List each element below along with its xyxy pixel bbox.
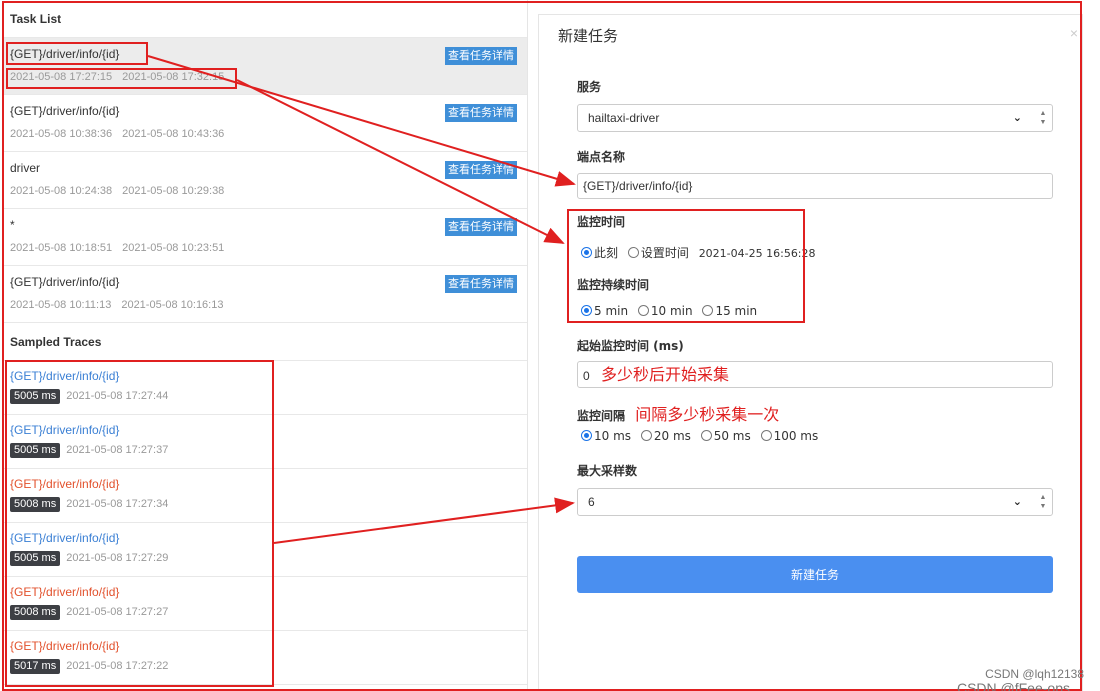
- radio-option-10min[interactable]: 10 min: [637, 304, 693, 318]
- radio-icon: [640, 430, 652, 441]
- create-task-button[interactable]: 新建任务: [577, 556, 1053, 593]
- task-end-time: 2021-05-08 10:43:36: [122, 128, 225, 140]
- duration-label: 监控持续时间: [577, 278, 650, 292]
- duration-badge: 5008 ms: [10, 605, 61, 620]
- service-label: 服务: [577, 80, 602, 94]
- trace-time: 2021-05-08 17:27:27: [66, 606, 169, 618]
- left-panel: Task List {GET}/driver/info/{id} 2021-05…: [4, 0, 528, 691]
- new-task-dialog: 新建任务 × 服务 hailtaxi-driver ⌄ ▲ ▼ 端点名称 {GET…: [538, 14, 1083, 691]
- task-start-time: 2021-05-08 17:27:15: [10, 71, 113, 83]
- trace-item[interactable]: {GET}/driver/info/{id} 5017 ms 2021-05-08…: [4, 631, 527, 685]
- spinner-arrows-icon[interactable]: ▲ ▼: [1038, 109, 1048, 127]
- task-item[interactable]: driver 2021-05-08 10:24:38 2021-05-08 10:…: [4, 152, 527, 209]
- radio-option-5min[interactable]: 5 min: [581, 304, 628, 318]
- watermark-text: CSDN @lqh12138: [985, 667, 1084, 681]
- task-start-time: 2021-05-08 10:11:13: [10, 299, 112, 311]
- radio-option-100ms[interactable]: 100 ms: [760, 429, 818, 443]
- view-task-detail-button[interactable]: 查看任务详情: [445, 218, 517, 236]
- radio-icon: [637, 305, 649, 316]
- task-end-time: 2021-05-08 10:29:38: [122, 185, 225, 197]
- radio-option-set-time[interactable]: 设置时间: [627, 246, 689, 260]
- interval-annotation: 间隔多少秒采集一次: [635, 405, 780, 424]
- trace-time: 2021-05-08 17:27:29: [66, 552, 169, 564]
- trace-endpoint-link[interactable]: {GET}/driver/info/{id}: [10, 584, 521, 600]
- duration-badge: 5008 ms: [10, 497, 61, 512]
- screenshot-root: Task List {GET}/driver/info/{id} 2021-05…: [0, 0, 1100, 691]
- duration-badge: 5005 ms: [10, 443, 61, 458]
- task-start-time: 2021-05-08 10:24:38: [10, 185, 113, 197]
- task-start-time: 2021-05-08 10:18:51: [10, 242, 113, 254]
- radio-option-20ms[interactable]: 20 ms: [640, 429, 691, 443]
- task-item[interactable]: {GET}/driver/info/{id} 2021-05-08 10:38:…: [4, 95, 527, 152]
- service-selected-value: hailtaxi-driver: [588, 111, 660, 125]
- duration-badge: 5017 ms: [10, 659, 61, 674]
- radio-icon: [627, 247, 639, 258]
- radio-option-now[interactable]: 此刻: [581, 246, 618, 260]
- max-samples-select[interactable]: 6 ⌄ ▲ ▼: [577, 488, 1053, 516]
- interval-radio-group: 10 ms 20 ms 50 ms 100 ms: [581, 429, 824, 443]
- monitor-time-value: 2021-04-25 16:56:28: [698, 247, 816, 260]
- chevron-down-icon: ⌄: [1012, 112, 1022, 124]
- max-samples-label: 最大采样数: [577, 464, 638, 478]
- chevron-down-icon: ⌄: [1012, 496, 1022, 508]
- task-end-time: 2021-05-08 17:32:15: [122, 71, 225, 83]
- trace-endpoint-link[interactable]: {GET}/driver/info/{id}: [10, 476, 521, 492]
- radio-option-50ms[interactable]: 50 ms: [700, 429, 751, 443]
- trace-item[interactable]: {GET}/driver/info/{id} 5005 ms 2021-05-08…: [4, 415, 527, 469]
- trace-item[interactable]: {GET}/driver/info/{id} 5008 ms 2021-05-08…: [4, 469, 527, 523]
- start-time-label: 起始监控时间 (ms): [577, 339, 684, 353]
- task-item[interactable]: {GET}/driver/info/{id} 2021-05-08 17:27:…: [4, 38, 527, 95]
- radio-icon: [700, 430, 712, 441]
- duration-badge: 5005 ms: [10, 551, 61, 566]
- monitor-time-radio-group: 此刻 设置时间 2021-04-25 16:56:28: [581, 244, 816, 261]
- endpoint-label: 端点名称: [577, 150, 626, 164]
- task-end-time: 2021-05-08 10:23:51: [122, 242, 225, 254]
- start-time-input[interactable]: 0 多少秒后开始采集: [577, 361, 1053, 388]
- trace-item[interactable]: {GET}/driver/info/{id} 5005 ms 2021-05-08…: [4, 523, 527, 577]
- view-task-detail-button[interactable]: 查看任务详情: [445, 161, 517, 179]
- trace-time: 2021-05-08 17:27:44: [66, 390, 169, 402]
- task-end-time: 2021-05-08 10:16:13: [121, 299, 224, 311]
- duration-badge: 5005 ms: [10, 389, 61, 404]
- close-icon[interactable]: ×: [1070, 25, 1078, 41]
- monitor-time-label: 监控时间: [577, 215, 626, 229]
- watermark-text: CSDN @fFee-ops: [956, 680, 1070, 691]
- trace-item[interactable]: {GET}/driver/info/{id} 5008 ms 2021-05-08…: [4, 577, 527, 631]
- radio-icon: [702, 305, 714, 316]
- radio-option-10ms[interactable]: 10 ms: [581, 429, 631, 443]
- radio-icon: [581, 247, 592, 258]
- view-task-detail-button[interactable]: 查看任务详情: [445, 47, 517, 65]
- radio-icon: [581, 305, 592, 316]
- task-item[interactable]: * 2021-05-08 10:18:51 2021-05-08 10:23:51…: [4, 209, 527, 266]
- radio-icon: [760, 430, 772, 441]
- sampled-traces-title: Sampled Traces: [4, 323, 527, 361]
- trace-endpoint-link[interactable]: {GET}/driver/info/{id}: [10, 638, 521, 654]
- max-samples-value: 6: [588, 495, 595, 509]
- spinner-arrows-icon[interactable]: ▲ ▼: [1038, 493, 1048, 511]
- start-time-value: 0: [583, 369, 590, 383]
- duration-radio-group: 5 min 10 min 15 min: [581, 304, 763, 318]
- task-item[interactable]: {GET}/driver/info/{id} 2021-05-08 10:11:…: [4, 266, 527, 323]
- radio-icon: [581, 430, 592, 441]
- task-start-time: 2021-05-08 10:38:36: [10, 128, 113, 140]
- view-task-detail-button[interactable]: 查看任务详情: [445, 275, 517, 293]
- interval-label: 监控间隔 间隔多少秒采集一次: [577, 405, 780, 424]
- trace-time: 2021-05-08 17:27:34: [66, 498, 169, 510]
- view-task-detail-button[interactable]: 查看任务详情: [445, 104, 517, 122]
- trace-endpoint-link[interactable]: {GET}/driver/info/{id}: [10, 530, 521, 546]
- trace-endpoint-link[interactable]: {GET}/driver/info/{id}: [10, 368, 521, 384]
- trace-endpoint-link[interactable]: {GET}/driver/info/{id}: [10, 422, 521, 438]
- endpoint-input[interactable]: {GET}/driver/info/{id}: [577, 173, 1053, 199]
- dialog-title: 新建任务: [558, 27, 619, 45]
- trace-time: 2021-05-08 17:27:22: [66, 660, 169, 672]
- start-time-annotation: 多少秒后开始采集: [601, 365, 730, 384]
- trace-item[interactable]: {GET}/driver/info/{id} 5005 ms 2021-05-08…: [4, 361, 527, 415]
- task-list-title: Task List: [4, 0, 527, 38]
- service-select[interactable]: hailtaxi-driver ⌄ ▲ ▼: [577, 104, 1053, 132]
- trace-time: 2021-05-08 17:27:37: [66, 444, 169, 456]
- radio-option-15min[interactable]: 15 min: [702, 304, 757, 318]
